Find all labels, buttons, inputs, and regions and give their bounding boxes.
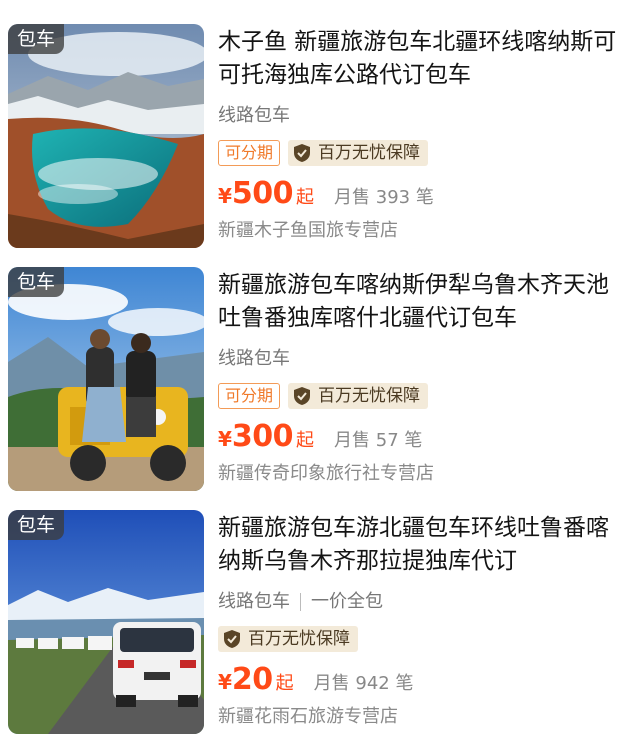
badge-row: 可分期 百万无忧保障	[218, 383, 630, 409]
price-suffix: 起	[275, 673, 294, 694]
product-subtitle: 线路包车	[218, 104, 630, 128]
currency-symbol: ¥	[218, 184, 232, 208]
price-row: ¥ 20 起 月售 942 笔	[218, 662, 630, 697]
product-list: 包车 木子鱼 新疆旅游包车北疆环线喀纳斯可可托海独库公路代订包车 线路包车 可分…	[0, 0, 640, 736]
subtitle-label: 线路包车	[218, 348, 290, 369]
badge-row: 百万无忧保障	[218, 626, 630, 652]
currency-symbol: ¥	[218, 427, 232, 451]
product-info: 新疆旅游包车喀纳斯伊犁乌鲁木齐天池吐鲁番独库喀什北疆代订包车 线路包车 可分期 …	[218, 267, 630, 486]
lake-landscape-icon	[8, 24, 204, 248]
monthly-sales: 月售 57 笔	[334, 430, 423, 451]
product-title[interactable]: 木子鱼 新疆旅游包车北疆环线喀纳斯可可托海独库公路代订包车	[218, 26, 630, 92]
currency-symbol: ¥	[218, 670, 232, 694]
subtitle-label: 线路包车	[218, 591, 290, 612]
guarantee-badge: 百万无忧保障	[218, 626, 358, 652]
shop-name[interactable]: 新疆花雨石旅游专营店	[218, 705, 630, 729]
guarantee-label: 百万无忧保障	[248, 629, 350, 649]
category-tag: 包车	[8, 24, 65, 54]
product-title[interactable]: 新疆旅游包车游北疆包车环线吐鲁番喀纳斯乌鲁木齐那拉提独库代订	[218, 512, 630, 578]
price-suffix: 起	[296, 187, 315, 208]
shield-check-icon	[294, 144, 311, 162]
price-value: 500	[231, 176, 294, 211]
installment-badge: 可分期	[218, 140, 281, 166]
guarantee-badge: 百万无忧保障	[288, 383, 429, 409]
price-value: 300	[231, 419, 294, 454]
price-row: ¥ 500 起 月售 393 笔	[218, 176, 630, 211]
suv-convoy-road-icon	[8, 510, 204, 734]
product-subtitle: 线路包车	[218, 347, 630, 371]
badge-row: 可分期 百万无忧保障	[218, 140, 630, 166]
shop-name[interactable]: 新疆木子鱼国旅专营店	[218, 219, 630, 243]
product-info: 新疆旅游包车游北疆包车环线吐鲁番喀纳斯乌鲁木齐那拉提独库代订 线路包车 一价全包…	[218, 510, 630, 729]
monthly-sales: 月售 393 笔	[334, 187, 434, 208]
guarantee-label: 百万无忧保障	[318, 386, 421, 406]
category-tag: 包车	[8, 267, 65, 297]
shield-check-icon	[224, 630, 240, 648]
product-image[interactable]: 包车	[8, 510, 204, 734]
product-image[interactable]: 包车	[8, 24, 204, 248]
guarantee-label: 百万无忧保障	[318, 143, 421, 163]
price-row: ¥ 300 起 月售 57 笔	[218, 419, 630, 454]
category-tag: 包车	[8, 510, 65, 540]
product-info: 木子鱼 新疆旅游包车北疆环线喀纳斯可可托海独库公路代订包车 线路包车 可分期 百…	[218, 24, 630, 243]
subtitle-label: 线路包车	[218, 105, 290, 126]
product-image[interactable]: 包车	[8, 267, 204, 491]
guarantee-badge: 百万无忧保障	[288, 140, 429, 166]
subtitle-divider	[300, 593, 301, 611]
product-title[interactable]: 新疆旅游包车喀纳斯伊犁乌鲁木齐天池吐鲁番独库喀什北疆代订包车	[218, 269, 630, 335]
price-suffix: 起	[296, 430, 315, 451]
monthly-sales: 月售 942 笔	[313, 673, 414, 694]
couple-on-jeep-icon	[8, 267, 204, 491]
installment-badge: 可分期	[218, 383, 281, 409]
subtitle-extra: 一价全包	[311, 591, 383, 612]
shop-name[interactable]: 新疆传奇印象旅行社专营店	[218, 462, 630, 486]
shield-check-icon	[294, 387, 311, 405]
price-value: 20	[231, 662, 273, 697]
product-subtitle: 线路包车 一价全包	[218, 590, 630, 614]
